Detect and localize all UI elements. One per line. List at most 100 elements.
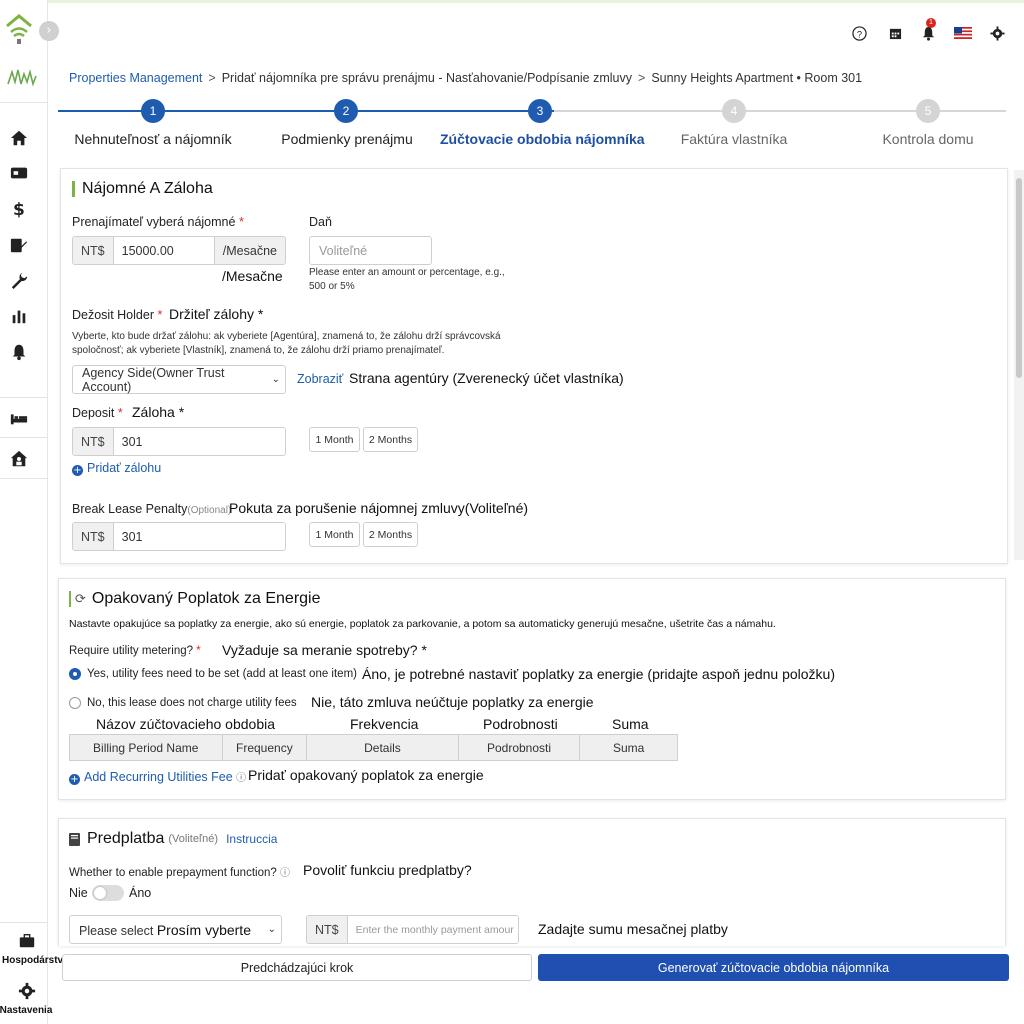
- column-billing-period-name: Billing Period Name: [70, 735, 223, 760]
- chevron-down-icon: ⌄: [267, 924, 276, 935]
- utility-yes-radio[interactable]: [69, 668, 81, 680]
- prepayment-toggle[interactable]: [92, 885, 124, 901]
- prepayment-enable-label: Whether to enable prepayment function? ⓘ: [69, 864, 290, 879]
- bell-nav-icon[interactable]: [10, 343, 30, 363]
- penalty-label: Break Lease Penalty(Optional): [72, 502, 231, 516]
- info-circle-icon: ⓘ: [236, 773, 247, 784]
- breadcrumb: Properties Management > Pridať nájomníka p…: [69, 71, 863, 85]
- metering-label-text: Require utility metering?: [69, 645, 194, 657]
- step-3-label[interactable]: Zúčtovacie obdobia nájomníka: [440, 131, 645, 147]
- utility-no-radio[interactable]: [69, 697, 81, 709]
- prepayment-amount-group[interactable]: NT$ Enter the monthly payment amour: [306, 915, 519, 944]
- step-5-dot: 5: [916, 99, 940, 123]
- breadcrumb-current-step: Pridať nájomníka pre správu prenájmu - N…: [221, 71, 632, 85]
- info-circle-icon: ⓘ: [279, 868, 290, 879]
- rail-label-settings[interactable]: Nastavenia: [0, 1005, 54, 1016]
- deposit-1-month-button[interactable]: 1 Month: [309, 427, 360, 452]
- settings-icon[interactable]: [986, 22, 1008, 44]
- rent-section-title: Nájomné A Záloha: [72, 180, 213, 198]
- rent-label-text: Prenajímateľ vyberá nájomné: [72, 215, 236, 229]
- required-mark: *: [238, 215, 244, 229]
- penalty-input-group[interactable]: NT$ 301: [72, 522, 286, 551]
- prepayment-enable-translation: Povoliť funkciu predplatby?: [303, 862, 472, 878]
- metering-label: Require utility metering? *: [69, 645, 201, 657]
- currency-prefix: NT$: [73, 237, 114, 264]
- deposit-holder-select[interactable]: Agency Side(Owner Trust Account) ⌄: [72, 365, 286, 394]
- deposit-holder-label-text: Dežosit Holder: [72, 308, 154, 322]
- required-mark: *: [117, 406, 123, 420]
- rent-label: Prenajímateľ vyberá nájomné *: [72, 215, 244, 229]
- rent-section-title-text: Nájomné A Záloha: [82, 180, 213, 197]
- prepayment-section-title: Predplatba (Voliteľné) Instruccia: [69, 830, 277, 848]
- add-utility-fee-link[interactable]: + Add Recurring Utilities Fee ⓘ: [69, 769, 246, 785]
- deposit-input-group[interactable]: NT$ 301: [72, 427, 286, 456]
- currency-prefix: NT$: [73, 428, 114, 455]
- add-utility-fee-translation: Pridať opakovaný poplatok za energie: [248, 767, 484, 783]
- add-deposit-link[interactable]: + Pridať zálohu: [72, 461, 161, 476]
- tax-label: Daň: [309, 215, 332, 229]
- penalty-amount-input[interactable]: 301: [113, 523, 285, 550]
- utility-no-label[interactable]: No, this lease does not charge utility f…: [87, 697, 297, 709]
- prepayment-amount-input[interactable]: Enter the monthly payment amour: [347, 916, 518, 943]
- step-1-dot[interactable]: 1: [141, 99, 165, 123]
- penalty-optional-tag: (Optional): [187, 505, 232, 516]
- briefcase-icon[interactable]: [18, 932, 38, 952]
- settings-gear-icon[interactable]: [18, 982, 38, 1002]
- step-2-label[interactable]: Podmienky prenájmu: [267, 131, 427, 147]
- penalty-1-month-button[interactable]: 1 Month: [309, 522, 360, 547]
- column-amount: Suma: [612, 740, 645, 755]
- prepayment-select-placeholder: Please select: [79, 923, 154, 938]
- svg-text:?: ?: [856, 29, 861, 39]
- utility-section-title-text: Opakovaný Poplatok za Energie: [91, 590, 321, 607]
- vertical-scrollbar[interactable]: [1014, 170, 1024, 560]
- generate-billing-periods-button[interactable]: Generovať zúčtovacie obdobia nájomníka: [538, 954, 1009, 981]
- tax-input[interactable]: Voliteľné: [309, 236, 432, 265]
- holder-option-translation: Strana agentúry (Zverenecký účet vlastní…: [349, 370, 624, 386]
- instructions-link[interactable]: Instruccia: [226, 832, 277, 846]
- rail-divider: [0, 397, 48, 398]
- required-mark: *: [157, 308, 163, 322]
- signature-icon[interactable]: [10, 236, 30, 256]
- breadcrumb-properties-link[interactable]: Properties Management: [69, 71, 202, 85]
- step-1-label[interactable]: Nehnuteľnosť a nájomník: [73, 131, 233, 147]
- dollar-icon[interactable]: $: [10, 200, 30, 220]
- utility-fee-card: [58, 578, 1006, 800]
- utility-yes-label[interactable]: Yes, utility fees need to be set (add at…: [87, 668, 357, 680]
- deposit-amount-input[interactable]: 301: [113, 428, 285, 455]
- collapse-sidebar-button[interactable]: ›: [39, 21, 59, 41]
- prepayment-select[interactable]: Please select Prosím vyberte ⌄: [69, 915, 282, 944]
- per-month-suffix: /Mesačne: [213, 237, 285, 264]
- column-frequency: Frequency: [223, 735, 308, 760]
- previous-step-button[interactable]: Predchádzajúci krok: [62, 954, 532, 981]
- section-accent-bar: [72, 181, 75, 197]
- column-translation-name: Názov zúčtovacieho obdobia: [96, 716, 276, 732]
- rent-amount-input[interactable]: 15000.00: [113, 237, 214, 264]
- step-2-dot[interactable]: 2: [334, 99, 358, 123]
- us-flag-icon[interactable]: [952, 22, 974, 44]
- bed-icon[interactable]: [10, 409, 30, 429]
- deposit-2-months-button[interactable]: 2 Months: [363, 427, 418, 452]
- calendar-icon[interactable]: [884, 22, 906, 44]
- home-icon[interactable]: [10, 129, 30, 149]
- brand-logo-icon: [7, 68, 37, 87]
- bar-chart-icon[interactable]: [10, 307, 30, 327]
- penalty-label-text: Break Lease Penalty: [72, 502, 188, 516]
- rent-input-group[interactable]: NT$ 15000.00 /Mesačne: [72, 236, 286, 265]
- app-logo-icon[interactable]: [4, 12, 34, 46]
- id-card-icon[interactable]: [10, 164, 30, 184]
- prepayment-enable-label-text: Whether to enable prepayment function?: [69, 867, 277, 879]
- deposit-label-text: Deposit: [72, 406, 115, 420]
- notification-bell-icon[interactable]: 1: [917, 18, 939, 44]
- tax-hint: Please enter an amount or percentage, e.…: [309, 267, 505, 292]
- help-icon[interactable]: ?: [848, 22, 870, 44]
- wrench-icon[interactable]: [10, 271, 30, 291]
- metering-translation: Vyžaduje sa meranie spotreby? *: [222, 642, 427, 658]
- show-holder-link[interactable]: Zobraziť: [297, 372, 343, 386]
- house-person-icon[interactable]: [10, 450, 30, 470]
- step-3-dot[interactable]: 3: [528, 99, 552, 123]
- deposit-translation: Záloha *: [132, 404, 185, 420]
- rail-label-hospodarstvo[interactable]: Hospodárstvo: [2, 955, 69, 966]
- penalty-2-months-button[interactable]: 2 Months: [363, 522, 418, 547]
- column-translation-details: Podrobnosti: [483, 716, 558, 732]
- scrollbar-thumb[interactable]: [1016, 178, 1022, 378]
